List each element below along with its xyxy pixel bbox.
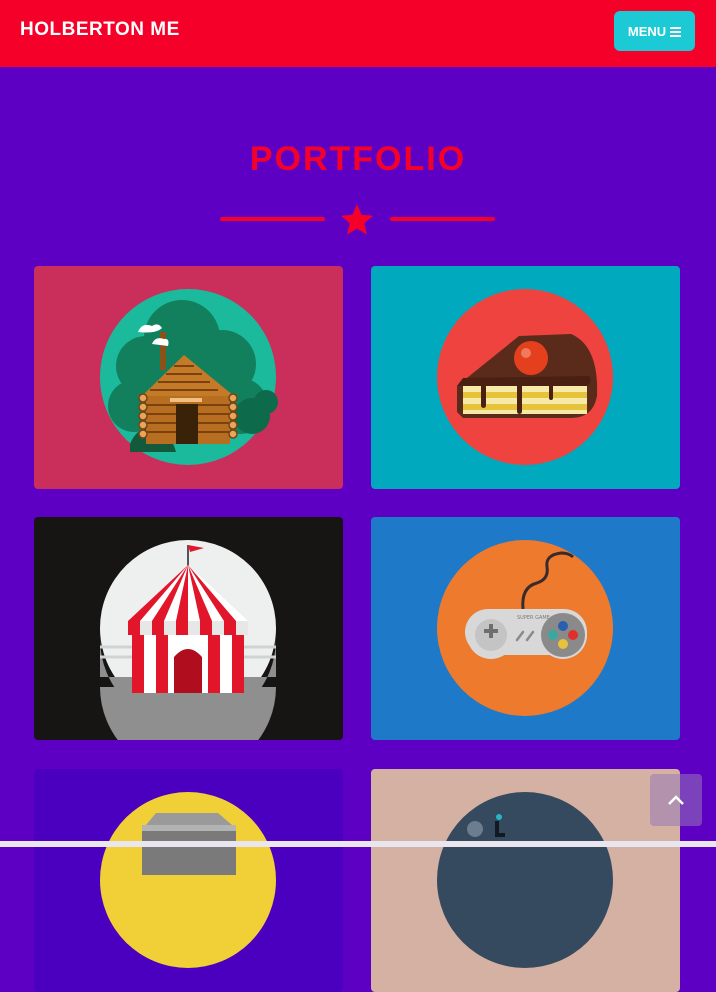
portfolio-item-circus[interactable]	[34, 517, 343, 740]
portfolio-item-game-controller[interactable]: SUPER GAME	[371, 517, 680, 740]
portfolio-item-safe[interactable]	[34, 769, 343, 992]
menu-label: MENU	[627, 23, 667, 39]
brand-link[interactable]: HOLBERTON ME	[20, 19, 180, 41]
portfolio-item-cake[interactable]	[371, 266, 680, 489]
scroll-top-button[interactable]	[650, 774, 702, 826]
controller-label: SUPER GAME	[517, 615, 550, 621]
navbar: HOLBERTON ME MENU	[0, 0, 716, 67]
divider-line-left	[220, 217, 325, 221]
portfolio-item-submarine[interactable]	[371, 769, 680, 992]
portfolio-item-cabin[interactable]	[34, 266, 343, 489]
safe-image	[34, 769, 343, 992]
circus-image	[34, 517, 343, 740]
chevron-up-icon	[668, 795, 684, 805]
bars-icon	[670, 26, 682, 37]
portfolio-title: PORTFOLIO	[249, 140, 467, 178]
star-icon	[341, 204, 373, 235]
menu-button[interactable]: MENU	[614, 11, 695, 51]
submarine-image	[371, 769, 680, 992]
cabin-image	[34, 266, 343, 489]
bottom-strip	[0, 841, 716, 847]
divider-line-right	[390, 217, 495, 221]
game-controller-image: SUPER GAME	[371, 517, 680, 740]
cake-image	[371, 266, 680, 489]
